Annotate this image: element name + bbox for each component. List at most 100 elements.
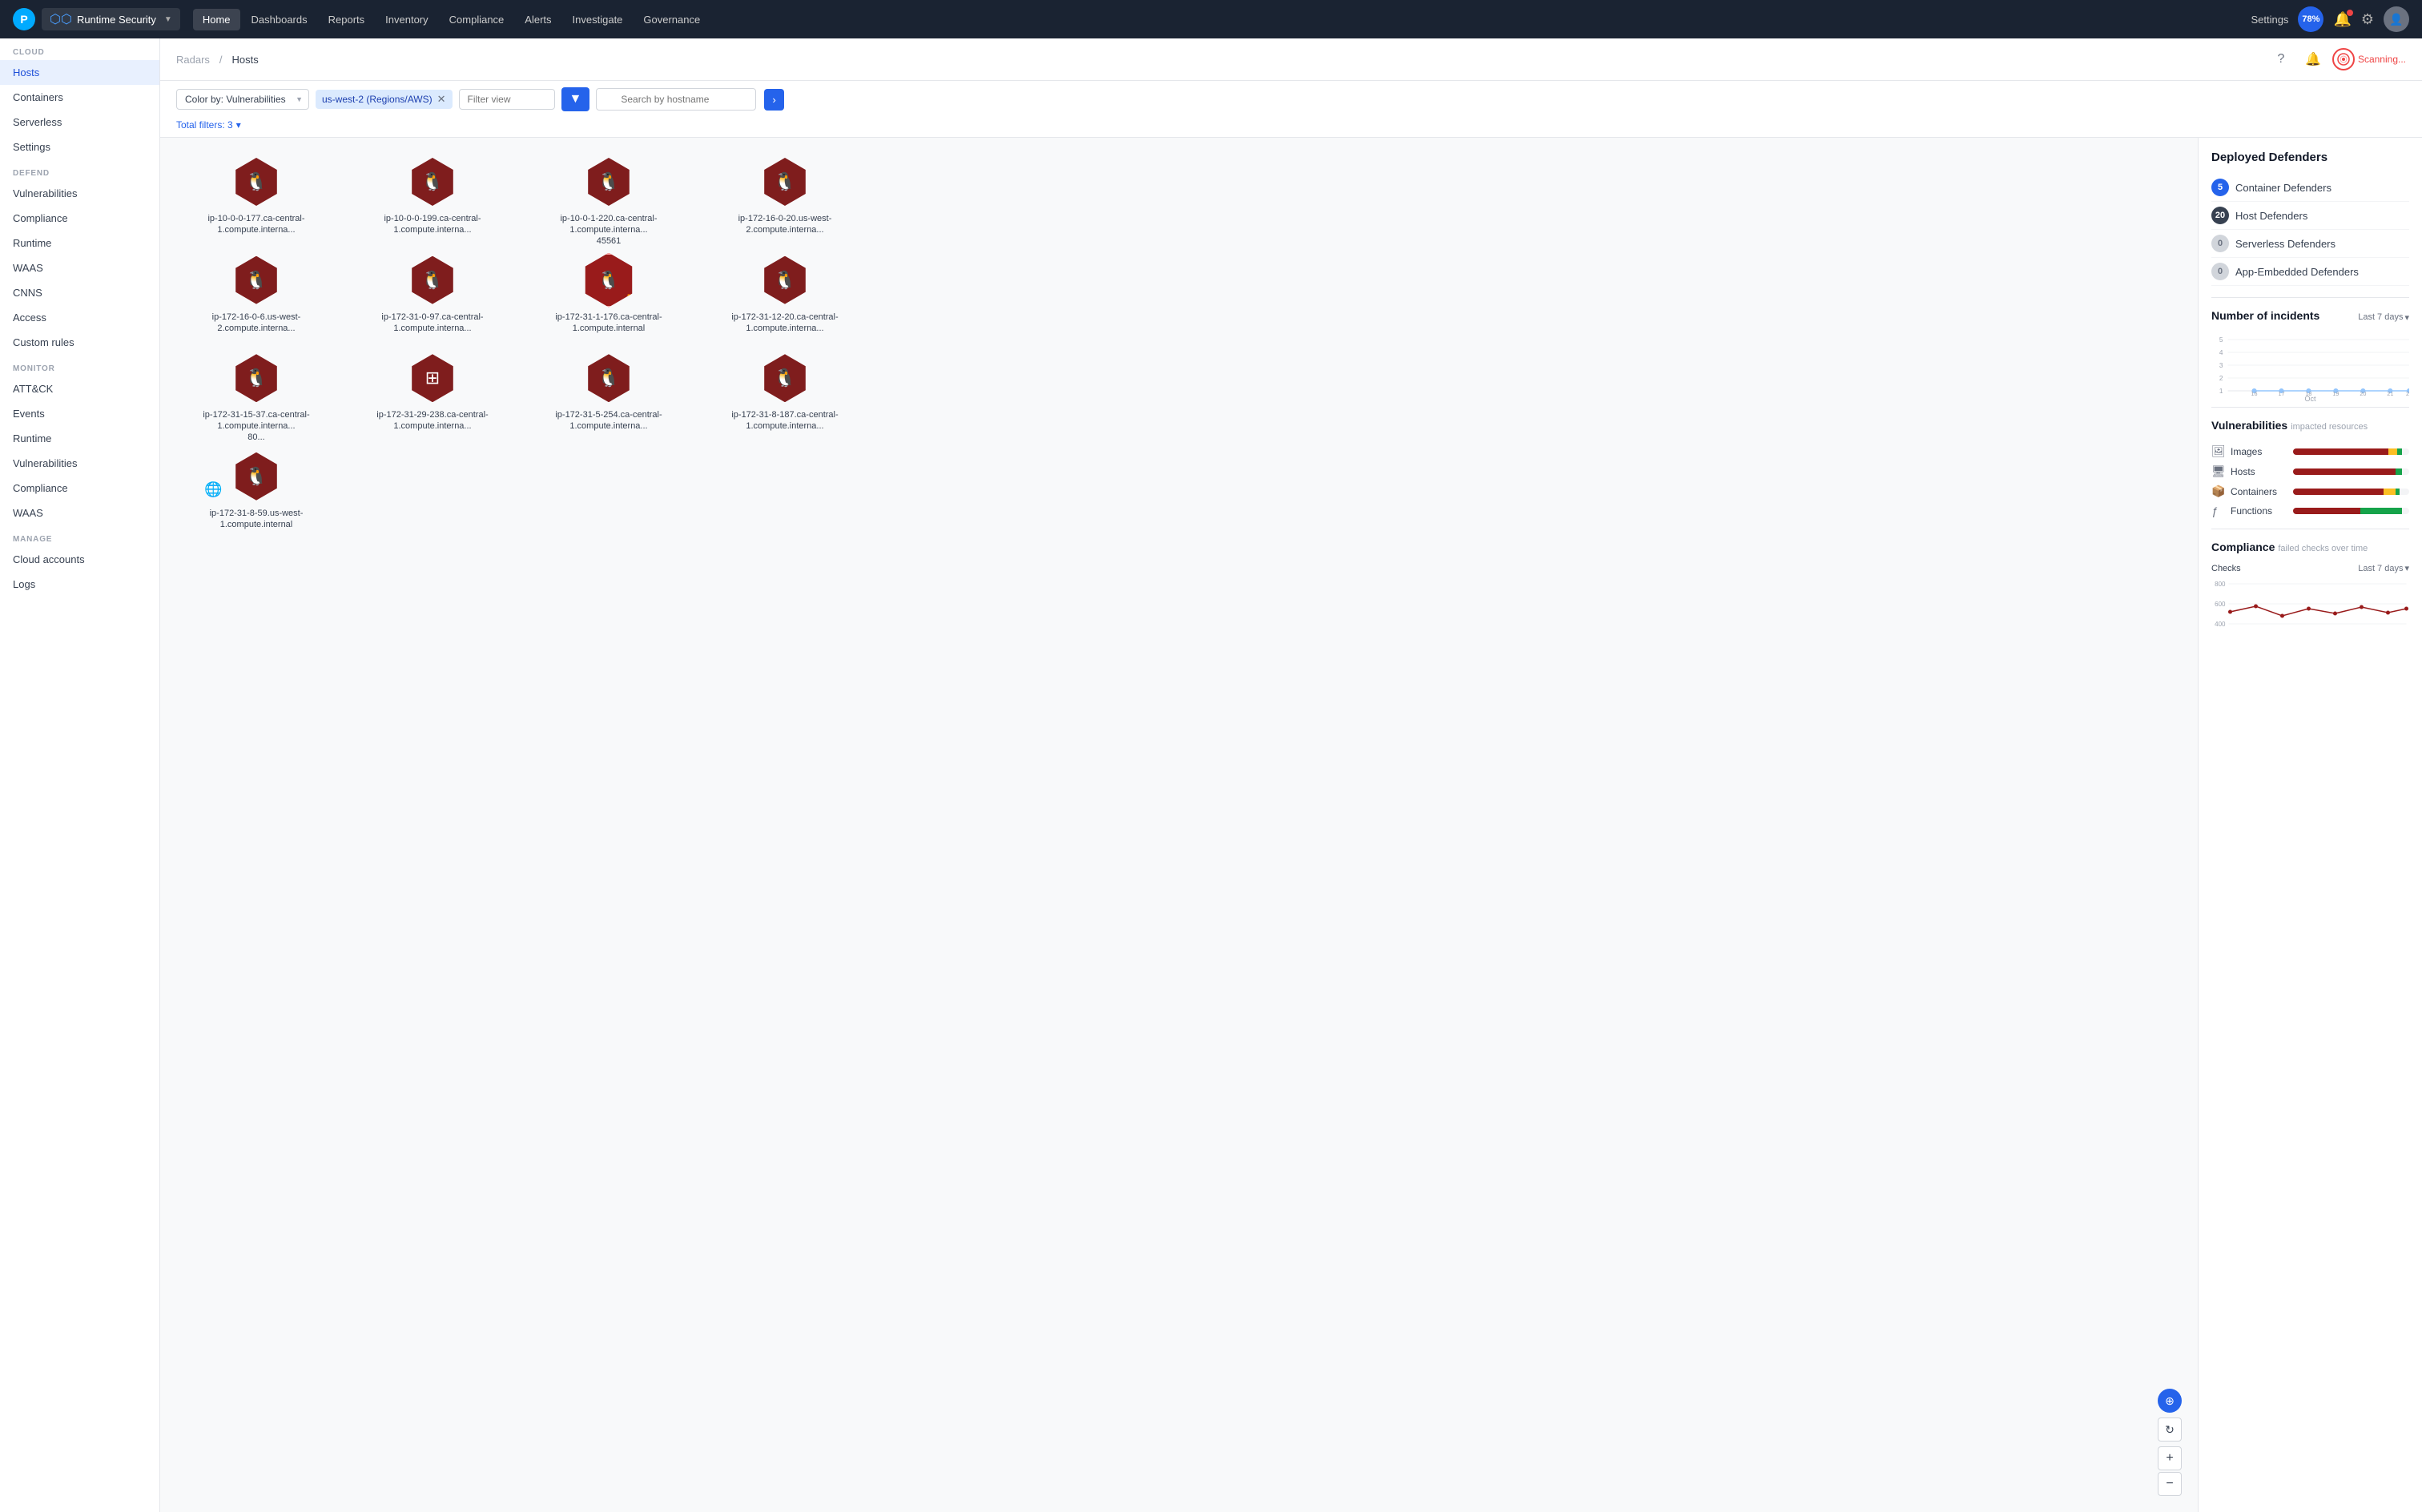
sidebar-item-compliance-monitor[interactable]: Compliance <box>0 476 159 501</box>
sidebar-item-access[interactable]: Access <box>0 305 159 330</box>
host-node-12[interactable]: 🐧 ip-172-31-8-187.ca-central-1.compute.i… <box>705 350 865 432</box>
settings-gear[interactable]: ⚙ <box>2361 11 2374 28</box>
host-node-5[interactable]: 🐧 ip-172-16-0-6.us-west-2.compute.intern… <box>176 252 336 335</box>
settings-link[interactable]: Settings <box>2251 14 2288 26</box>
host-node-6[interactable]: 🐧 ip-172-31-0-97.ca-central-1.compute.in… <box>352 252 513 335</box>
incidents-time-selector[interactable]: Last 7 days ▾ <box>2358 312 2409 323</box>
incidents-header: Number of incidents Last 7 days ▾ <box>2211 309 2409 325</box>
notification-dot <box>2347 10 2353 16</box>
nav-compliance[interactable]: Compliance <box>440 9 514 30</box>
host-node-1[interactable]: 🐧 ip-10-0-0-177.ca-central-1.compute.int… <box>176 154 336 236</box>
container-defenders-badge: 5 <box>2211 179 2229 196</box>
sidebar-item-events[interactable]: Events <box>0 401 159 426</box>
sidebar-item-waas[interactable]: WAAS <box>0 255 159 280</box>
canvas-area[interactable]: 🐧 ip-10-0-0-177.ca-central-1.compute.int… <box>160 138 2198 1512</box>
nav-reports[interactable]: Reports <box>319 9 375 30</box>
color-by-select-wrap: Color by: Vulnerabilities <box>176 89 309 110</box>
sidebar-item-runtime-monitor[interactable]: Runtime <box>0 426 159 451</box>
host-node-8[interactable]: 🐧 ip-172-31-12-20.ca-central-1.compute.i… <box>705 252 865 335</box>
nav-home[interactable]: Home <box>193 9 240 30</box>
wifi-badge-7: 📶 <box>627 294 641 308</box>
host-node-2[interactable]: 🐧 ip-10-0-0-199.ca-central-1.compute.int… <box>352 154 513 236</box>
compliance-time-row: Checks Last 7 days ▾ <box>2211 563 2409 573</box>
sidebar-item-hosts[interactable]: Hosts <box>0 60 159 85</box>
host-label-8: ip-172-31-12-20.ca-central-1.compute.int… <box>713 312 857 335</box>
host-label-4: ip-172-16-0-20.us-west-2.compute.interna… <box>713 213 857 236</box>
search-submit-button[interactable]: › <box>764 89 783 111</box>
hex-icon-13: 🐧 📶 <box>232 452 280 501</box>
svg-text:600: 600 <box>2215 601 2226 608</box>
help-button[interactable]: ? <box>2268 46 2294 72</box>
functions-icon: ƒ <box>2211 505 2224 517</box>
sidebar-item-vulnerabilities-monitor[interactable]: Vulnerabilities <box>0 451 159 476</box>
hosts-bar-green <box>2396 468 2403 475</box>
sidebar-item-runtime[interactable]: Runtime <box>0 231 159 255</box>
host-label-12: ip-172-31-8-187.ca-central-1.compute.int… <box>713 409 857 432</box>
sidebar-item-serverless[interactable]: Serverless <box>0 110 159 135</box>
progress-badge[interactable]: 78% <box>2298 6 2323 32</box>
target-button[interactable]: ⊕ <box>2158 1389 2182 1413</box>
brand-switcher[interactable]: ⬡⬡ Runtime Security ▼ <box>42 8 180 30</box>
color-by-select[interactable]: Color by: Vulnerabilities <box>176 89 309 110</box>
host-node-11[interactable]: 🐧 ip-172-31-5-254.ca-central-1.compute.i… <box>529 350 689 432</box>
total-filters[interactable]: Total filters: 3 ▾ <box>176 119 2406 131</box>
sidebar-item-settings[interactable]: Settings <box>0 135 159 159</box>
nav-governance[interactable]: Governance <box>634 9 710 30</box>
serverless-defenders-label: Serverless Defenders <box>2235 238 2336 250</box>
images-bar-yellow <box>2388 448 2398 455</box>
zoom-out-button[interactable]: − <box>2158 1472 2182 1496</box>
filter-apply-button[interactable]: ▼ <box>561 87 590 111</box>
sidebar-item-attck[interactable]: ATT&CK <box>0 376 159 401</box>
vuln-title: Vulnerabilities <box>2211 419 2287 432</box>
sidebar-item-logs[interactable]: Logs <box>0 572 159 597</box>
hostname-search-input[interactable] <box>596 88 756 111</box>
host-node-4[interactable]: 🐧 ip-172-16-0-20.us-west-2.compute.inter… <box>705 154 865 236</box>
zoom-in-button[interactable]: + <box>2158 1446 2182 1470</box>
sidebar-item-vulnerabilities[interactable]: Vulnerabilities <box>0 181 159 206</box>
vuln-hosts-row: 🖥 Hosts <box>2211 464 2409 478</box>
refresh-button[interactable]: ↻ <box>2158 1418 2182 1442</box>
sidebar-section-monitor: Monitor <box>0 355 159 376</box>
sidebar-item-custom-rules[interactable]: Custom rules <box>0 330 159 355</box>
host-node-10[interactable]: ⊞ ip-172-31-29-238.ca-central-1.compute.… <box>352 350 513 432</box>
containers-bar <box>2293 489 2409 495</box>
host-node-9[interactable]: 🐧 ip-172-31-15-37.ca-central-1.compute.i… <box>176 350 336 432</box>
nav-alerts[interactable]: Alerts <box>515 9 561 30</box>
images-bar-red <box>2293 448 2388 455</box>
sidebar-section-defend: Defend <box>0 159 159 181</box>
breadcrumb-sep: / <box>219 54 223 66</box>
divider-1 <box>2211 297 2409 298</box>
svg-text:1: 1 <box>2219 388 2223 395</box>
vuln-functions-row: ƒ Functions <box>2211 505 2409 517</box>
hex-icon-1: 🐧 <box>232 158 280 206</box>
containers-bar-green <box>2396 489 2400 495</box>
nav-inventory[interactable]: Inventory <box>376 9 437 30</box>
nav-dashboards[interactable]: Dashboards <box>242 9 317 30</box>
host-label-13: ip-172-31-8-59.us-west-1.compute.interna… <box>184 508 328 531</box>
compliance-time-selector[interactable]: Last 7 days ▾ <box>2358 563 2409 573</box>
alerts-button[interactable]: 🔔 <box>2300 46 2326 72</box>
incidents-chart: 5 4 3 2 1 <box>2211 332 2409 396</box>
sidebar-item-compliance[interactable]: Compliance <box>0 206 159 231</box>
host-node-7[interactable]: 45561 🐧 📶 ip-172-31-1-176.ca-central-1.c… <box>529 252 689 335</box>
sidebar-section-manage: Manage <box>0 525 159 547</box>
svg-text:4: 4 <box>2219 349 2223 356</box>
sidebar: Cloud Hosts Containers Serverless Settin… <box>0 38 160 1512</box>
brand-icon: ⬡⬡ <box>50 11 72 27</box>
sidebar-item-cnns[interactable]: CNNS <box>0 280 159 305</box>
nav-investigate[interactable]: Investigate <box>563 9 633 30</box>
host-node-3[interactable]: 🐧 ip-10-0-1-220.ca-central-1.compute.int… <box>529 154 689 236</box>
host-defenders-row: 20 Host Defenders <box>2211 202 2409 230</box>
notification-bell[interactable]: 🔔 <box>2333 11 2351 28</box>
filter-view-input[interactable] <box>459 89 555 110</box>
sidebar-item-cloud-accounts[interactable]: Cloud accounts <box>0 547 159 572</box>
user-avatar[interactable]: 👤 <box>2384 6 2409 32</box>
region-tag-close[interactable]: ✕ <box>437 93 446 106</box>
host-node-13[interactable]: 80... 🌐 🐧 📶 ip-172-31-8-59.us-west-1.com… <box>176 448 336 531</box>
host-hex-5: 🐧 <box>228 252 284 308</box>
sidebar-item-containers[interactable]: Containers <box>0 85 159 110</box>
host-label-11: ip-172-31-5-254.ca-central-1.compute.int… <box>537 409 681 432</box>
sidebar-item-waas-monitor[interactable]: WAAS <box>0 501 159 525</box>
breadcrumb-parent[interactable]: Radars <box>176 54 210 66</box>
images-icon: 🖼 <box>2211 444 2224 458</box>
